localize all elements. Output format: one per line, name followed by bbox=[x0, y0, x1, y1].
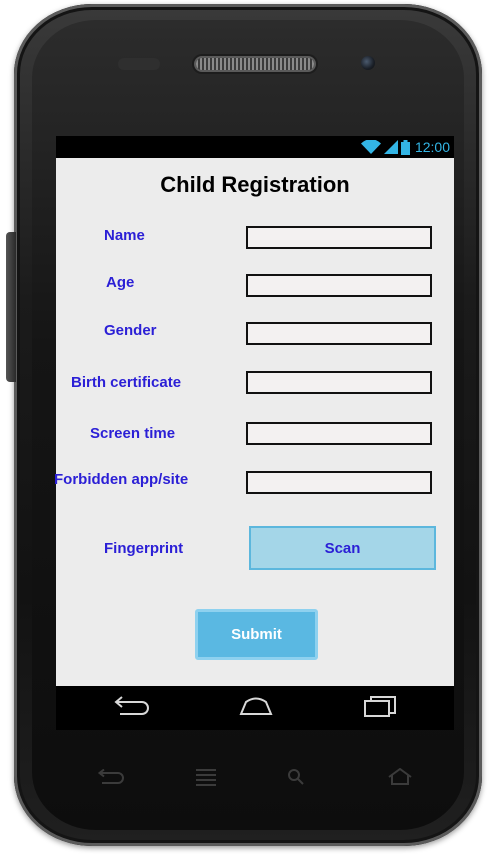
wifi-icon bbox=[360, 140, 381, 154]
hardware-menu-key bbox=[186, 766, 226, 792]
fingerprint-label: Fingerprint bbox=[104, 540, 184, 557]
submit-button[interactable]: Submit bbox=[195, 609, 318, 660]
gender-input[interactable] bbox=[246, 322, 432, 345]
forbidden-app-site-label: Forbidden app/site bbox=[54, 471, 189, 488]
navigation-bar bbox=[56, 686, 454, 730]
recent-apps-icon bbox=[363, 695, 397, 722]
name-input[interactable] bbox=[246, 226, 432, 249]
birth-certificate-label: Birth certificate bbox=[71, 374, 182, 391]
proximity-sensor bbox=[118, 58, 160, 70]
menu-icon bbox=[195, 768, 217, 791]
status-bar: 12:00 bbox=[56, 136, 454, 158]
status-icons: 12:00 bbox=[360, 138, 450, 156]
signal-icon bbox=[383, 140, 398, 154]
scan-button[interactable]: Scan bbox=[249, 526, 436, 570]
volume-button bbox=[6, 232, 16, 382]
home-icon bbox=[387, 767, 413, 791]
phone-screen: 12:00 Child Registration Name Age Gender… bbox=[54, 136, 454, 730]
screen-time-label: Screen time bbox=[90, 425, 176, 442]
back-icon bbox=[96, 768, 126, 790]
front-camera-icon bbox=[361, 56, 375, 70]
hardware-search-key bbox=[276, 766, 316, 792]
name-label: Name bbox=[104, 227, 145, 244]
screen-time-input[interactable] bbox=[246, 422, 432, 445]
nav-back-button[interactable] bbox=[91, 686, 171, 730]
nav-home-button[interactable] bbox=[216, 686, 296, 730]
nav-recent-apps-button[interactable] bbox=[340, 686, 420, 730]
home-icon bbox=[238, 696, 274, 721]
page-title: Child Registration bbox=[160, 172, 350, 197]
hardware-home-key bbox=[380, 766, 420, 792]
gender-label: Gender bbox=[104, 322, 157, 339]
status-time: 12:00 bbox=[414, 139, 450, 155]
earpiece-speaker bbox=[196, 58, 314, 70]
age-input[interactable] bbox=[246, 274, 432, 297]
birth-certificate-input[interactable] bbox=[246, 371, 432, 394]
forbidden-app-site-input[interactable] bbox=[246, 471, 432, 494]
hardware-back-key bbox=[91, 766, 131, 792]
back-icon bbox=[112, 695, 150, 721]
age-label: Age bbox=[106, 274, 135, 291]
search-icon bbox=[287, 768, 305, 791]
battery-icon bbox=[400, 139, 410, 155]
